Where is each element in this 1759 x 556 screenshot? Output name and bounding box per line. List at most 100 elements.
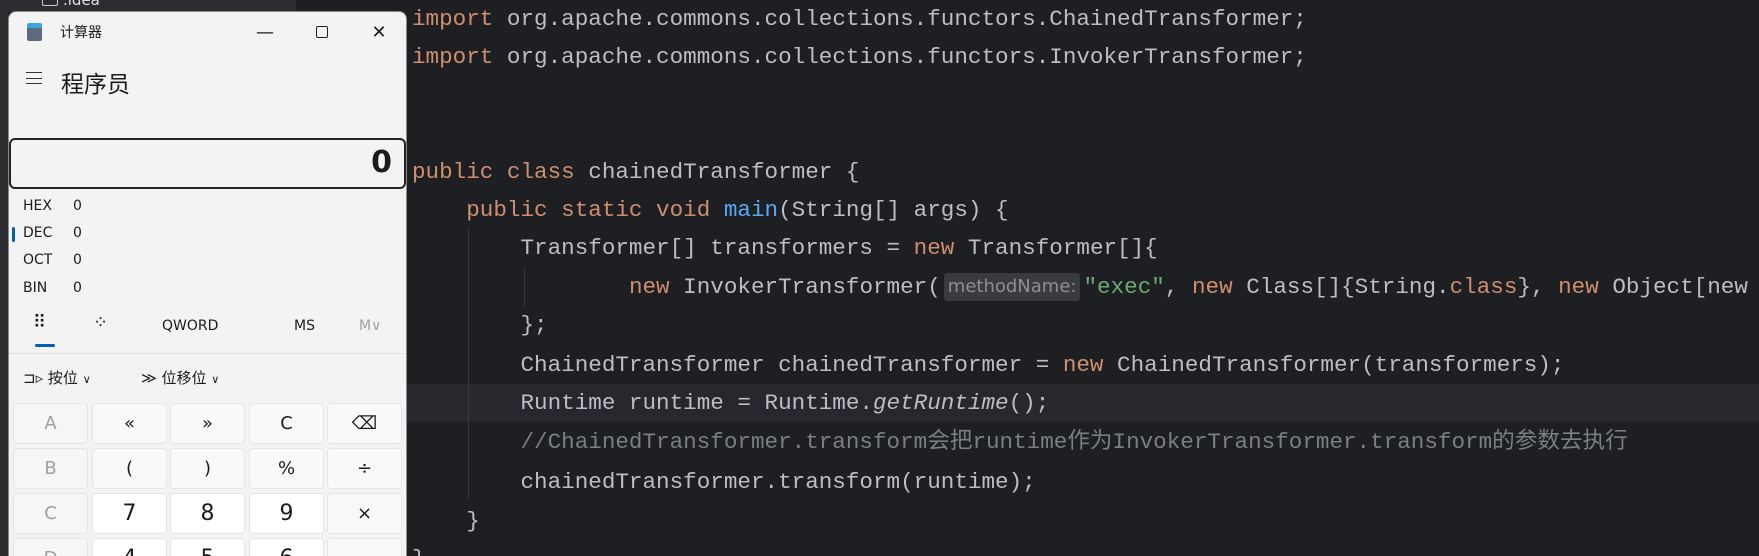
key-button[interactable]: ) (170, 448, 245, 489)
radix-row-oct[interactable]: OCT 0 (23, 252, 223, 272)
bit-toggle-keypad-icon[interactable]: ⁘ (93, 312, 108, 333)
radix-row-hex[interactable]: HEX 0 (23, 198, 223, 218)
calculator-window: 计算器 — ✕ 程序员 0 HEX 0 DEC 0 OCT 0 BIN 0 ⠿ ⁘ QWORD… (8, 11, 407, 556)
key-button[interactable]: 7 (92, 493, 167, 534)
code-token: (String[] args) { (778, 197, 1009, 223)
code-line: new InvokerTransformer(methodName: "exec"… (412, 268, 1759, 306)
key-button[interactable]: − (327, 538, 402, 556)
code-token: Transformer[]{ (954, 235, 1158, 261)
code-token: public class (412, 159, 575, 185)
logic-gate-icon: ⊐▹ (23, 369, 44, 387)
code-token: (); (1008, 390, 1050, 416)
minimize-icon: — (256, 21, 274, 43)
key-button[interactable]: % (249, 448, 324, 489)
ide-side-strip (0, 12, 8, 556)
maximize-icon (316, 26, 328, 38)
code-editor[interactable]: import org.apache.commons.collections.fu… (407, 0, 1759, 556)
menu-icon[interactable] (26, 72, 42, 84)
word-size-button[interactable]: QWORD (162, 318, 218, 334)
code-token: , (1164, 274, 1192, 300)
key-button[interactable]: C (13, 493, 88, 534)
bitwise-label: 按位 (47, 369, 78, 387)
code-token: "exec" (1083, 274, 1165, 300)
radix-name: DEC (23, 225, 53, 241)
full-keypad-icon[interactable]: ⠿ (33, 312, 46, 333)
code-token: Transformer[] transformers = (412, 235, 914, 261)
bitwise-dropdown[interactable]: ⊐▹ 按位 ∨ (23, 367, 91, 388)
code-token: class (1449, 274, 1518, 300)
radix-name: OCT (23, 252, 53, 268)
selected-radix-indicator (12, 227, 15, 242)
calculator-app-icon (27, 23, 42, 41)
key-button[interactable]: « (92, 403, 167, 444)
maximize-button[interactable] (307, 17, 337, 47)
key-button[interactable]: D (13, 538, 88, 556)
radix-name: BIN (23, 280, 48, 296)
code-token: ChainedTransformer(transformers); (1103, 352, 1565, 378)
code-line: }; (412, 306, 548, 344)
radix-row-bin[interactable]: BIN 0 (23, 280, 223, 300)
close-icon: ✕ (371, 21, 387, 43)
code-line: import org.apache.commons.collections.fu… (412, 38, 1307, 76)
code-token: }; (412, 312, 548, 338)
code-token: } (412, 546, 426, 556)
key-button[interactable]: C (249, 403, 324, 444)
key-button[interactable]: 8 (170, 493, 245, 534)
code-token: chainedTransformer.transform(runtime); (412, 469, 1036, 495)
key-button[interactable]: 6 (249, 538, 324, 556)
code-token: chainedTransformer { (574, 159, 860, 185)
code-token: Runtime runtime = Runtime. (412, 390, 873, 416)
memory-store-button[interactable]: MS (294, 318, 315, 334)
code-token: org.apache.commons.collections.functors.… (493, 44, 1307, 70)
code-line: Runtime runtime = Runtime.getRuntime(); (412, 384, 1049, 422)
key-button[interactable]: × (327, 493, 402, 534)
key-button[interactable]: 5 (170, 538, 245, 556)
radix-row-dec[interactable]: DEC 0 (23, 225, 223, 245)
code-token: public static void (466, 197, 711, 223)
code-line: ChainedTransformer chainedTransformer = … (412, 346, 1565, 384)
code-token: new (628, 274, 670, 300)
code-token: InvokerTransformer( (669, 274, 941, 300)
code-token: Object[new String[]{"calc"}}) (1612, 274, 1748, 300)
active-tab-underline (35, 344, 55, 347)
radix-name: HEX (23, 198, 52, 214)
window-title: 计算器 (60, 25, 102, 41)
key-button[interactable]: » (170, 403, 245, 444)
project-item-idea[interactable]: .idea (42, 0, 100, 9)
memory-dropdown-button[interactable]: M∨ (359, 318, 381, 334)
radix-value: 0 (73, 280, 82, 296)
key-button[interactable]: B (13, 448, 88, 489)
code-line: public class chainedTransformer { (412, 153, 859, 191)
chevron-down-icon: ∨ (82, 373, 91, 386)
parameter-hint: methodName: (943, 273, 1081, 302)
code-token: ChainedTransformer chainedTransformer = (412, 352, 1063, 378)
code-token: //ChainedTransformer.transform会把runtime作… (412, 429, 1628, 455)
code-token: Class[]{String. (1232, 274, 1450, 300)
code-line: public static void main(String[] args) { (412, 191, 1009, 229)
code-token: }, (1517, 274, 1559, 300)
code-token: } (412, 508, 480, 534)
minimize-button[interactable]: — (250, 17, 280, 47)
key-button[interactable]: 9 (249, 493, 324, 534)
key-button[interactable]: 4 (92, 538, 167, 556)
code-token: new (1558, 274, 1599, 300)
key-button[interactable]: ⌫ (327, 403, 402, 444)
key-button[interactable]: ( (92, 448, 167, 489)
code-line: } (412, 502, 480, 540)
code-line: chainedTransformer.transform(runtime); (412, 463, 1036, 501)
key-button[interactable]: ÷ (327, 448, 402, 489)
code-token: new (1191, 274, 1233, 300)
close-button[interactable]: ✕ (364, 17, 394, 47)
radix-value: 0 (73, 198, 82, 214)
code-line: Transformer[] transformers = new Transfo… (412, 229, 1158, 267)
key-button[interactable]: A (13, 403, 88, 444)
project-item-label: .idea (63, 0, 100, 9)
bitshift-dropdown[interactable]: ≫ 位移位 ∨ (141, 367, 219, 388)
radix-value: 0 (73, 252, 82, 268)
code-token: new (1062, 352, 1104, 378)
bitshift-icon: ≫ (141, 369, 157, 387)
folder-icon (42, 0, 58, 6)
